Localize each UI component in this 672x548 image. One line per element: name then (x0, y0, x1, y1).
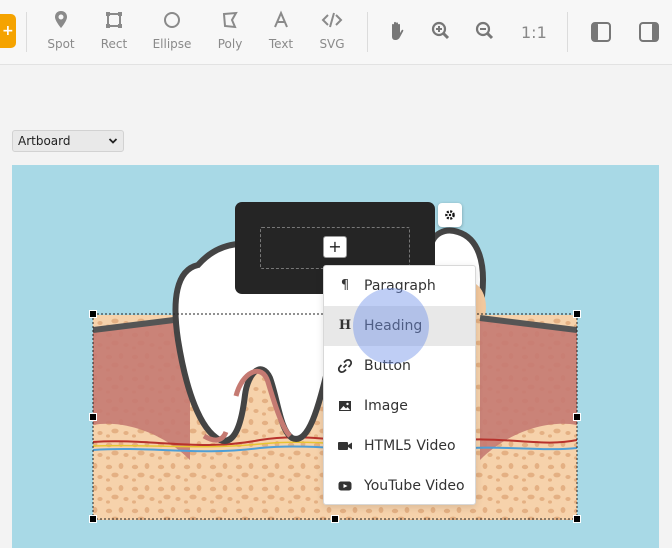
menu-item-button[interactable]: Button (324, 346, 475, 386)
menu-item-label: Heading (364, 318, 423, 334)
zoom-in-icon[interactable] (431, 20, 451, 46)
right-panel-icon[interactable] (639, 22, 659, 46)
menu-item-label: Paragraph (364, 278, 436, 294)
zoom-reset-button[interactable]: 1:1 (521, 23, 547, 42)
toolbar-divider (367, 12, 368, 52)
text-tool-button[interactable]: Text (256, 10, 306, 52)
menu-item-html5-video[interactable]: HTML5 Video (324, 426, 475, 466)
menu-item-paragraph[interactable]: ¶ Paragraph (324, 266, 475, 306)
resize-handle[interactable] (89, 413, 97, 421)
poly-tool-button[interactable]: Poly (205, 10, 255, 52)
ellipse-icon (147, 10, 197, 34)
menu-item-image[interactable]: Image (324, 386, 475, 426)
hand-icon[interactable] (387, 20, 407, 46)
link-icon (337, 358, 353, 374)
left-panel-icon[interactable] (591, 22, 611, 46)
gear-icon[interactable] (438, 203, 462, 227)
menu-item-label: Button (364, 358, 411, 374)
menu-item-heading[interactable]: H Heading (324, 306, 475, 346)
zoom-out-icon[interactable] (475, 20, 495, 46)
svg-tool-button[interactable]: SVG (307, 10, 357, 52)
chevron-down-icon (108, 135, 118, 149)
poly-icon (205, 10, 255, 34)
text-icon (256, 10, 306, 34)
spot-tool-button[interactable]: Spot (36, 10, 86, 52)
resize-handle[interactable] (331, 515, 339, 523)
toolbar-divider (567, 12, 568, 52)
paragraph-icon: ¶ (340, 278, 350, 293)
youtube-icon (337, 478, 353, 494)
pin-icon (36, 10, 86, 34)
resize-handle[interactable] (573, 515, 581, 523)
menu-item-label: Image (364, 398, 408, 414)
resize-handle[interactable] (89, 310, 97, 318)
ellipse-tool-button[interactable]: Ellipse (147, 10, 197, 52)
artboard-select[interactable]: Artboard (12, 130, 124, 152)
image-icon (337, 398, 353, 414)
menu-item-youtube-video[interactable]: YouTube Video (324, 466, 475, 506)
spot-tool-label: Spot (47, 37, 75, 51)
main-menu-button[interactable]: + (0, 14, 16, 48)
menu-item-label: HTML5 Video (364, 438, 456, 454)
code-icon (307, 10, 357, 34)
video-icon (337, 438, 353, 454)
resize-handle[interactable] (573, 413, 581, 421)
rect-tool-button[interactable]: Rect (89, 10, 139, 52)
insert-menu: ¶ Paragraph H Heading Button Image HTML5… (323, 265, 476, 505)
toolbar: + Spot Rect Ellipse Poly Text SVG 1:1 (0, 0, 672, 65)
resize-handle[interactable] (89, 515, 97, 523)
artboard-select-value: Artboard (18, 134, 71, 148)
toolbar-divider (26, 12, 27, 52)
heading-icon: H (338, 318, 352, 333)
poly-tool-label: Poly (217, 37, 243, 51)
ellipse-tool-label: Ellipse (152, 37, 192, 51)
text-tool-label: Text (268, 37, 294, 51)
rect-icon (89, 10, 139, 34)
svg-tool-label: SVG (319, 37, 345, 51)
rect-tool-label: Rect (100, 37, 128, 51)
add-content-button[interactable]: + (323, 236, 347, 258)
resize-handle[interactable] (573, 310, 581, 318)
menu-item-label: YouTube Video (364, 478, 465, 494)
